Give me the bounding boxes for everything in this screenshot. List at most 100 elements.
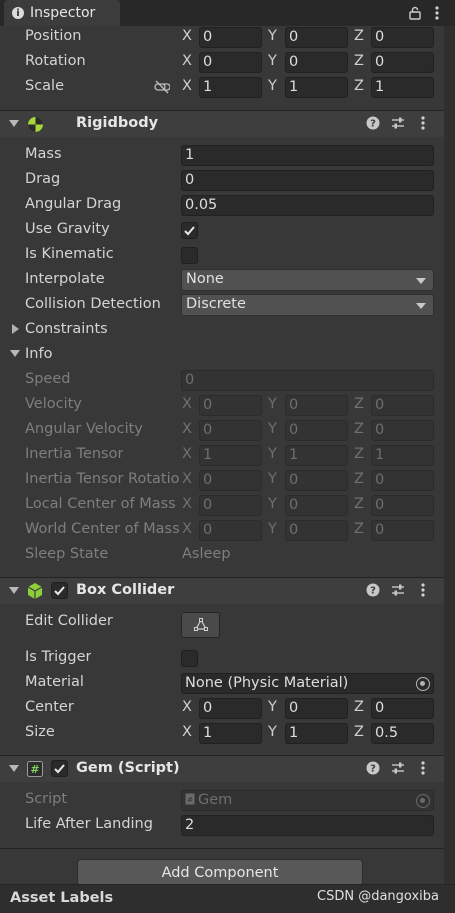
world-center-of-mass-x-field: 0 xyxy=(199,520,262,541)
edit-collider-button[interactable] xyxy=(181,612,220,638)
component-menu-icon[interactable] xyxy=(418,760,428,776)
axis-x-label[interactable]: X xyxy=(182,53,192,69)
rotation-z-field[interactable]: 0 xyxy=(371,52,434,73)
add-component-button[interactable]: Add Component xyxy=(77,859,363,886)
checkmark-icon xyxy=(54,764,65,774)
foldout-expanded-icon[interactable] xyxy=(10,350,20,357)
help-icon[interactable]: ? xyxy=(366,583,380,597)
script-field: # Gem xyxy=(181,790,434,811)
foldout-collapsed-icon[interactable] xyxy=(12,324,19,334)
transform-rotation-row: Rotation X 0 Y 0 Z 0 xyxy=(0,50,444,75)
axis-z-label[interactable]: Z xyxy=(354,699,364,715)
is-kinematic-row: Is Kinematic xyxy=(0,243,444,268)
foldout-expanded-icon[interactable] xyxy=(9,120,19,127)
center-row: Center X 0 Y 0 Z 0 xyxy=(0,696,444,721)
collision-detection-dropdown[interactable]: Discrete xyxy=(181,294,434,316)
center-x-field[interactable]: 0 xyxy=(199,698,262,719)
material-field[interactable]: None (Physic Material) xyxy=(181,673,434,694)
gem-script-enabled-checkbox[interactable] xyxy=(51,760,68,777)
script-icon: # xyxy=(27,761,43,777)
speed-field: 0 xyxy=(181,370,434,391)
divider xyxy=(0,848,444,849)
rigidbody-header[interactable]: Rigidbody ? xyxy=(0,110,444,137)
axis-y-label[interactable]: Y xyxy=(268,28,277,44)
presets-icon[interactable] xyxy=(391,116,405,130)
axis-y-label[interactable]: Y xyxy=(268,53,277,69)
size-y-field[interactable]: 1 xyxy=(285,723,348,744)
script-file-icon: # xyxy=(185,793,195,805)
lock-icon[interactable] xyxy=(408,6,422,20)
rotation-y-field[interactable]: 0 xyxy=(285,52,348,73)
axis-y-label[interactable]: Y xyxy=(268,699,277,715)
chevron-down-icon xyxy=(416,278,426,284)
more-options-icon[interactable] xyxy=(432,5,442,21)
collision-detection-label: Collision Detection xyxy=(25,296,161,312)
object-picker-icon[interactable] xyxy=(416,677,430,691)
size-label: Size xyxy=(25,724,55,740)
position-y-field[interactable]: 0 xyxy=(285,27,348,48)
asset-labels-bar[interactable]: Asset Labels CSDN @dangoxiba xyxy=(0,884,455,913)
drag-field[interactable]: 0 xyxy=(181,170,434,191)
gem-script-header[interactable]: # Gem (Script) ? xyxy=(0,755,444,782)
interpolate-dropdown[interactable]: None xyxy=(181,269,434,291)
center-z-field[interactable]: 0 xyxy=(371,698,434,719)
axis-x-label[interactable]: X xyxy=(182,78,192,94)
angular-drag-field[interactable]: 0.05 xyxy=(181,195,434,216)
axis-x-label[interactable]: X xyxy=(182,724,192,740)
scale-y-field[interactable]: 1 xyxy=(285,77,348,98)
constraints-label[interactable]: Constraints xyxy=(25,321,108,337)
axis-x-label[interactable]: X xyxy=(182,28,192,44)
life-after-landing-label: Life After Landing xyxy=(25,816,153,832)
axis-y-label[interactable]: Y xyxy=(268,78,277,94)
box-collider-header[interactable]: Box Collider ? xyxy=(0,577,444,604)
axis-z-label[interactable]: Z xyxy=(354,78,364,94)
angular-velocity-x-field: 0 xyxy=(199,420,262,441)
rigidbody-title: Rigidbody xyxy=(76,115,159,131)
foldout-expanded-icon[interactable] xyxy=(9,765,19,772)
center-y-field[interactable]: 0 xyxy=(285,698,348,719)
interpolate-label: Interpolate xyxy=(25,271,105,287)
help-icon[interactable]: ? xyxy=(366,761,380,775)
life-after-landing-field[interactable]: 2 xyxy=(181,815,434,836)
help-icon[interactable]: ? xyxy=(366,116,380,130)
presets-icon[interactable] xyxy=(391,761,405,775)
foldout-expanded-icon[interactable] xyxy=(9,587,19,594)
axis-z-label[interactable]: Z xyxy=(354,28,364,44)
axis-z-label[interactable]: Z xyxy=(354,724,364,740)
position-z-field[interactable]: 0 xyxy=(371,27,434,48)
tab-inspector[interactable]: i Inspector xyxy=(4,0,120,26)
info-row[interactable]: Info xyxy=(0,343,444,368)
is-trigger-checkbox[interactable] xyxy=(181,650,198,667)
constraints-row[interactable]: Constraints xyxy=(0,318,444,343)
rotation-x-field[interactable]: 0 xyxy=(199,52,262,73)
use-gravity-label: Use Gravity xyxy=(25,221,110,237)
axis-x-label: X xyxy=(182,446,192,462)
inertia-tensor-label: Inertia Tensor xyxy=(25,446,124,462)
axis-x-label[interactable]: X xyxy=(182,699,192,715)
scale-z-field[interactable]: 1 xyxy=(371,77,434,98)
presets-icon[interactable] xyxy=(391,583,405,597)
angular-drag-label: Angular Drag xyxy=(25,196,122,212)
is-kinematic-checkbox[interactable] xyxy=(181,247,198,264)
scale-x-field[interactable]: 1 xyxy=(199,77,262,98)
axis-y-label: Y xyxy=(268,496,277,512)
collision-detection-row: Collision Detection Discrete xyxy=(0,293,444,318)
sleep-state-value: Asleep xyxy=(182,546,231,562)
box-collider-enabled-checkbox[interactable] xyxy=(51,582,68,599)
mass-field[interactable]: 1 xyxy=(181,145,434,166)
local-center-of-mass-row: Local Center of Mass X 0 Y 0 Z 0 xyxy=(0,493,444,518)
info-label[interactable]: Info xyxy=(25,346,52,362)
size-z-field[interactable]: 0.5 xyxy=(371,723,434,744)
axis-z-label[interactable]: Z xyxy=(354,53,364,69)
component-menu-icon[interactable] xyxy=(418,582,428,598)
window-title-bar: i Inspector xyxy=(0,0,455,26)
drag-label: Drag xyxy=(25,171,61,187)
component-menu-icon[interactable] xyxy=(418,115,428,131)
scrollbar[interactable] xyxy=(444,26,455,913)
constrain-proportions-icon[interactable] xyxy=(154,80,170,94)
axis-y-label[interactable]: Y xyxy=(268,724,277,740)
world-center-of-mass-z-field: 0 xyxy=(371,520,434,541)
use-gravity-checkbox[interactable] xyxy=(181,222,198,239)
position-x-field[interactable]: 0 xyxy=(199,27,262,48)
size-x-field[interactable]: 1 xyxy=(199,723,262,744)
